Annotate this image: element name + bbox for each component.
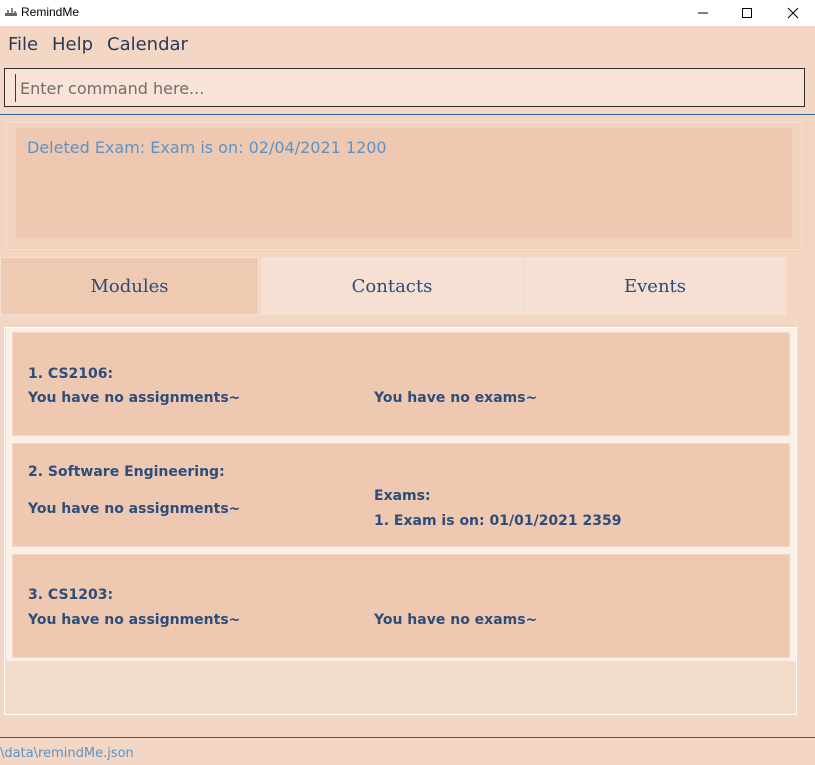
module-exams: 1. Exam is on: 01/01/2021 2359 — [374, 513, 622, 529]
close-button[interactable] — [770, 0, 815, 26]
module-title: 2. Software Engineering: — [28, 464, 225, 480]
menu-help[interactable]: Help — [52, 34, 93, 55]
result-message: Deleted Exam: Exam is on: 02/04/2021 120… — [27, 138, 387, 157]
tab-modules[interactable]: Modules — [0, 257, 259, 315]
title-bar: RemindMe — [0, 0, 815, 26]
separator-line — [0, 114, 815, 115]
module-assignments: You have no assignments~ — [28, 501, 241, 517]
module-assignments: You have no assignments~ — [28, 390, 241, 406]
result-display: Deleted Exam: Exam is on: 02/04/2021 120… — [16, 128, 792, 238]
menu-file[interactable]: File — [8, 34, 38, 55]
close-icon — [787, 7, 799, 19]
module-title: 3. CS1203: — [28, 587, 114, 603]
save-file-path: \data\remindMe.json — [0, 746, 134, 761]
module-card[interactable]: 1. CS2106: You have no assignments~ You … — [12, 332, 790, 436]
command-box — [4, 68, 805, 107]
maximize-icon — [742, 8, 752, 18]
menu-bar: File Help Calendar — [0, 26, 815, 64]
app-icon — [5, 8, 17, 16]
minimize-icon — [698, 12, 708, 14]
module-title: 1. CS2106: — [28, 366, 114, 382]
menu-calendar[interactable]: Calendar — [107, 34, 188, 55]
module-card[interactable]: 3. CS1203: You have no assignments~ You … — [12, 554, 790, 658]
module-exams-header: Exams: — [374, 488, 431, 504]
module-exams: You have no exams~ — [374, 612, 538, 628]
tab-contacts[interactable]: Contacts — [261, 257, 523, 315]
command-input[interactable] — [15, 74, 795, 102]
tab-events[interactable]: Events — [524, 257, 786, 315]
window-title: RemindMe — [21, 5, 80, 19]
module-card[interactable]: 2. Software Engineering: You have no ass… — [12, 443, 790, 547]
maximize-button[interactable] — [724, 0, 770, 26]
module-exams: You have no exams~ — [374, 390, 538, 406]
module-assignments: You have no assignments~ — [28, 612, 241, 628]
status-bar: \data\remindMe.json — [0, 737, 815, 765]
minimize-button[interactable] — [680, 0, 726, 26]
